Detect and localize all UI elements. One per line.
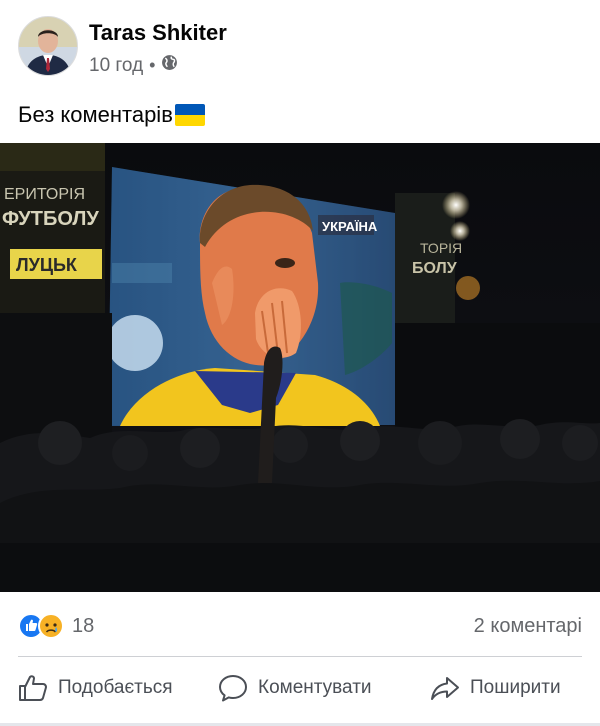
post-text: Без коментарів <box>18 102 205 128</box>
banner-right-line1: ТОРІЯ <box>420 240 462 256</box>
divider <box>18 656 582 657</box>
post-text-content: Без коментарів <box>18 102 173 127</box>
ukraine-flag-icon <box>174 104 205 126</box>
sad-reaction-icon <box>38 613 64 639</box>
author-name[interactable]: Taras Shkiter <box>89 20 227 46</box>
comments-count[interactable]: 2 коментарі <box>474 615 582 638</box>
avatar[interactable] <box>18 16 78 76</box>
like-label: Подобається <box>58 677 173 698</box>
share-icon <box>430 674 460 702</box>
action-bar: Подобається Коментувати Поширити <box>0 666 600 718</box>
banner-left-line1: ЕРИТОРІЯ <box>4 186 85 203</box>
reactions-summary[interactable]: 18 2 коментарі <box>18 610 582 642</box>
share-button[interactable]: Поширити <box>430 674 561 702</box>
thumbs-up-icon <box>18 674 48 702</box>
meta-separator: • <box>149 55 156 75</box>
comment-icon <box>218 674 248 702</box>
comment-button[interactable]: Коментувати <box>218 674 372 702</box>
banner-right-line2: БОЛУ <box>412 260 458 277</box>
post-meta: 10 год • <box>89 54 178 77</box>
banner-left-line3: ЛУЦЬК <box>16 255 78 275</box>
reaction-icons <box>18 612 66 640</box>
screen-caption: УКРАЇНА <box>322 219 378 234</box>
share-label: Поширити <box>470 677 561 698</box>
post-photo[interactable]: ЕРИТОРІЯ ФУТБОЛУ ЛУЦЬК ТОРІЯ БОЛУ УКРАЇН… <box>0 143 600 592</box>
reaction-count[interactable]: 18 <box>72 615 94 638</box>
post-header: Taras Shkiter 10 год • <box>18 16 578 76</box>
banner-left-line2: ФУТБОЛУ <box>2 208 99 230</box>
like-button[interactable]: Подобається <box>18 674 173 702</box>
comment-label: Коментувати <box>258 677 372 698</box>
post-time[interactable]: 10 год <box>89 55 143 77</box>
globe-icon <box>161 54 178 77</box>
